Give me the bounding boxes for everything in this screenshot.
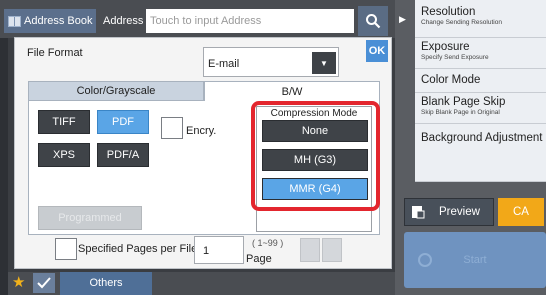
- preview-icon: [412, 206, 425, 219]
- menu-item-resolution[interactable]: Resolution Change Sending Resolution: [415, 0, 546, 38]
- address-label: Address: [103, 15, 144, 27]
- specified-pages-checkbox[interactable]: [55, 238, 77, 260]
- menu-item-background-adjustment[interactable]: Background Adjustment: [415, 124, 546, 182]
- pages-unit-label: Page: [246, 253, 272, 265]
- address-input[interactable]: Touch to input Address: [146, 9, 354, 33]
- menu-item-sublabel: Skip Blank Page in Original: [421, 109, 500, 116]
- address-book-icon: [8, 15, 21, 27]
- programmed-button: Programmed: [38, 206, 142, 230]
- address-book-button[interactable]: Address Book: [4, 9, 97, 33]
- menu-item-label: Blank Page Skip: [421, 96, 506, 108]
- ok-button[interactable]: OK: [366, 40, 388, 62]
- pages-per-file-input[interactable]: 1: [194, 236, 244, 264]
- tab-bw[interactable]: B/W: [204, 81, 380, 101]
- menu-item-blank-page-skip[interactable]: Blank Page Skip Skip Blank Page in Origi…: [415, 93, 546, 124]
- checkmark-icon: [37, 277, 51, 289]
- ca-button[interactable]: CA: [498, 198, 544, 226]
- decrement-button: [300, 238, 320, 262]
- increment-button: [322, 238, 342, 262]
- panel-toggle-icon[interactable]: ▶: [399, 14, 409, 26]
- menu-item-exposure[interactable]: Exposure Specify Send Exposure: [415, 38, 546, 69]
- search-icon: [366, 14, 381, 29]
- chevron-down-icon[interactable]: ▼: [312, 52, 336, 74]
- address-book-label: Address Book: [24, 15, 93, 27]
- check-icon[interactable]: [33, 273, 55, 293]
- format-tiff-button[interactable]: TIFF: [38, 110, 90, 134]
- others-button[interactable]: Others: [60, 272, 152, 295]
- menu-item-label: Background Adjustment: [421, 132, 543, 144]
- encryption-checkbox[interactable]: [161, 117, 183, 139]
- left-edge-strip: [0, 0, 8, 295]
- pages-range-label: ( 1~99 ): [252, 238, 284, 248]
- search-button[interactable]: [358, 6, 388, 36]
- format-pdfa-button[interactable]: PDF/A: [97, 143, 149, 167]
- start-icon: [418, 253, 432, 267]
- compression-highlight-frame: [251, 101, 380, 211]
- format-xps-button[interactable]: XPS: [38, 143, 90, 167]
- menu-item-sublabel: Specify Send Exposure: [421, 54, 489, 61]
- menu-item-label: Exposure: [421, 41, 470, 53]
- menu-item-sublabel: Change Sending Resolution: [421, 19, 502, 26]
- tab-color-grayscale[interactable]: Color/Grayscale: [28, 81, 204, 101]
- preview-button[interactable]: Preview: [404, 198, 494, 226]
- menu-item-color-mode[interactable]: Color Mode: [415, 69, 546, 93]
- file-format-label: File Format: [27, 47, 83, 59]
- star-icon[interactable]: ★: [12, 274, 25, 292]
- menu-item-label: Color Mode: [421, 74, 481, 86]
- menu-item-label: Resolution: [421, 6, 476, 18]
- format-pdf-button[interactable]: PDF: [97, 110, 149, 134]
- encryption-label: Encry.: [186, 125, 217, 137]
- specified-pages-label: Specified Pages per File: [78, 243, 198, 255]
- preview-label: Preview: [439, 206, 480, 218]
